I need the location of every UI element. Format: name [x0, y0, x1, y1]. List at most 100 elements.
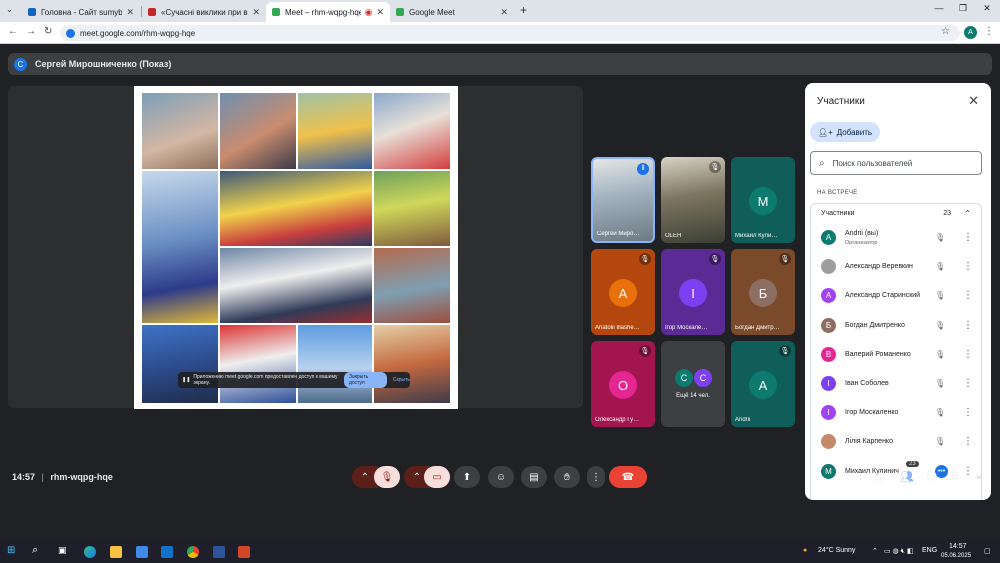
- close-icon[interactable]: ✕: [252, 7, 260, 18]
- chrome-icon[interactable]: [187, 546, 199, 558]
- task-view-icon[interactable]: ▣: [58, 545, 70, 557]
- forward-button[interactable]: →: [26, 26, 36, 37]
- mic-off-icon[interactable]: 🎙︎: [935, 262, 945, 271]
- participant-tile[interactable]: 🎙︎ А Anatolii Illashe…: [591, 249, 655, 335]
- mic-off-icon[interactable]: 🎙︎: [935, 379, 945, 388]
- participant-row[interactable]: Б Богдан Дмитренко 🎙︎ ⋮: [811, 311, 983, 340]
- participant-tile[interactable]: 🎙︎ І Ігор Москале…: [661, 249, 725, 335]
- site-info-icon[interactable]: [66, 28, 75, 38]
- powerpoint-icon[interactable]: [238, 546, 250, 558]
- participant-row[interactable]: І Іван Соболев 🎙︎ ⋮: [811, 369, 983, 398]
- file-explorer-icon[interactable]: [110, 546, 122, 558]
- more-options-icon[interactable]: ⋮: [963, 349, 973, 360]
- favicon-icon: [28, 8, 36, 16]
- mic-off-icon[interactable]: 🎙︎: [935, 437, 945, 446]
- raise-hand-button[interactable]: ✋︎: [554, 466, 580, 488]
- participant-tile[interactable]: 🎙︎ OLEH: [661, 157, 725, 243]
- weather-text[interactable]: 24°C Sunny: [818, 547, 855, 554]
- more-options-icon[interactable]: ⋮: [963, 261, 973, 272]
- tab-google-meet[interactable]: Google Meet ✕: [390, 2, 514, 22]
- more-options-icon[interactable]: ⋮: [963, 320, 973, 331]
- browser-menu-icon[interactable]: ⋮: [984, 26, 994, 37]
- reload-button[interactable]: ↻: [44, 26, 52, 37]
- bookmark-star-icon[interactable]: ☆: [941, 26, 950, 37]
- edge-icon[interactable]: [84, 546, 96, 558]
- people-icon[interactable]: 👥︎: [900, 470, 914, 483]
- present-screen-button[interactable]: ⬆: [454, 466, 480, 488]
- store-icon[interactable]: [136, 546, 148, 558]
- mic-off-icon[interactable]: 🎙︎: [935, 233, 945, 242]
- participant-row[interactable]: А Andrii (вы) Организатор 🎙︎ ⋮: [811, 223, 983, 252]
- more-options-icon[interactable]: ⋮: [963, 378, 973, 389]
- mic-off-icon[interactable]: 🎙︎: [935, 350, 945, 359]
- taskbar-date[interactable]: 05.06.2025: [941, 553, 971, 559]
- tab-search-icon[interactable]: ⌄: [6, 5, 13, 14]
- tray-overflow-icon[interactable]: ⌃: [872, 547, 878, 555]
- host-controls-icon[interactable]: 🔒︎: [976, 470, 982, 483]
- participant-row[interactable]: А Александр Старинский 🎙︎ ⋮: [811, 281, 983, 310]
- photo-collage-image: [142, 93, 218, 169]
- tray-icons[interactable]: ▭ ◍ 🔇︎ ◧: [884, 547, 914, 556]
- participant-tile[interactable]: М Михаил Кули…: [731, 157, 795, 243]
- participant-tile[interactable]: 🎙︎ А Andrii: [731, 341, 795, 427]
- tab-lecture[interactable]: «Сучасні виклики при викла… ✕: [142, 2, 266, 22]
- minimize-button[interactable]: —: [930, 3, 948, 13]
- chat-icon[interactable]: 💬︎: [925, 470, 939, 483]
- more-options-icon[interactable]: ⋮: [963, 290, 973, 301]
- notifications-icon[interactable]: ▢: [984, 547, 991, 555]
- hide-notice-button[interactable]: Скрыть: [393, 377, 410, 383]
- activities-icon[interactable]: ⠿: [951, 470, 959, 483]
- more-options-button[interactable]: ⋮: [587, 466, 605, 488]
- window-close-button[interactable]: ✕: [978, 3, 996, 14]
- close-panel-button[interactable]: ✕: [968, 93, 979, 109]
- new-tab-button[interactable]: +: [520, 3, 527, 17]
- participants-group-header[interactable]: Участники 23 ⌃: [810, 203, 982, 223]
- mic-off-icon[interactable]: 🎙︎: [935, 321, 945, 330]
- input-language[interactable]: ENG: [922, 547, 937, 554]
- start-button-icon[interactable]: ⊞: [7, 545, 19, 557]
- tile-name: OLEH: [665, 233, 682, 239]
- participant-row[interactable]: І Ігор Москаленко 🎙︎ ⋮: [811, 398, 983, 427]
- more-options-icon[interactable]: ⋮: [963, 232, 973, 243]
- tab-sumybc[interactable]: Головна - Сайт sumybc! ✕: [22, 2, 140, 22]
- word-icon[interactable]: [213, 546, 225, 558]
- tab-meet-active[interactable]: Meet – rhm-wqpg-hqe ◉ ✕: [266, 2, 390, 22]
- meeting-details-icon[interactable]: ⓘ: [875, 470, 886, 486]
- camera-toggle-button[interactable]: ▭: [424, 466, 450, 488]
- meet-icon: [272, 8, 280, 16]
- search-icon[interactable]: ⌕: [32, 544, 44, 556]
- close-icon[interactable]: ✕: [500, 7, 508, 18]
- taskbar-time[interactable]: 14:57: [949, 543, 967, 550]
- more-participants-tile[interactable]: С С Ещё 14 чел.: [661, 341, 725, 427]
- mic-off-icon[interactable]: 🎙︎: [935, 291, 945, 300]
- participant-row[interactable]: В Валерий Романенко 🎙︎ ⋮: [811, 340, 983, 369]
- participant-tile[interactable]: 🎙︎ Б Богдан Дмитр…: [731, 249, 795, 335]
- close-icon[interactable]: ✕: [376, 7, 384, 18]
- participant-row[interactable]: Александр Веревкин 🎙︎ ⋮: [811, 252, 983, 281]
- microphone-toggle-button[interactable]: 🎙︎: [374, 466, 400, 488]
- restore-button[interactable]: ❐: [954, 3, 972, 14]
- outlook-icon[interactable]: [161, 546, 173, 558]
- more-options-icon[interactable]: ⋮: [963, 436, 973, 447]
- url-text: meet.google.com/rhm-wqpg-hqe: [80, 28, 196, 38]
- more-options-icon[interactable]: ⋮: [963, 466, 973, 477]
- more-options-icon[interactable]: ⋮: [963, 407, 973, 418]
- captions-button[interactable]: ▤: [521, 466, 547, 488]
- mic-off-icon[interactable]: 🎙︎: [935, 408, 945, 417]
- reactions-button[interactable]: ☺: [488, 466, 514, 488]
- participant-tile[interactable]: ⦀ Сергей Миро…: [591, 157, 655, 243]
- back-button[interactable]: ←: [8, 26, 18, 37]
- profile-avatar[interactable]: A: [964, 26, 977, 39]
- search-people-input[interactable]: ⌕ Поиск пользователей: [810, 151, 982, 175]
- participant-name: Михаил Кулинич: [845, 467, 899, 475]
- leave-call-button[interactable]: ☎: [609, 466, 647, 488]
- url-bar[interactable]: meet.google.com/rhm-wqpg-hqe ☆: [60, 25, 960, 41]
- close-icon[interactable]: ✕: [126, 7, 134, 18]
- address-toolbar: ← → ↻ meet.google.com/rhm-wqpg-hqe ☆ A ⋮: [0, 22, 1000, 44]
- participant-row[interactable]: Лілія Карпенко 🎙︎ ⋮: [811, 427, 983, 456]
- add-people-button[interactable]: 👤︎+ Добавить: [810, 122, 880, 142]
- stop-sharing-button[interactable]: Закрыть доступ: [343, 372, 387, 388]
- chevron-up-icon[interactable]: ⌃: [964, 209, 971, 218]
- participant-tile[interactable]: 🎙︎ О Олександр Гу…: [591, 341, 655, 427]
- presenter-avatar: С: [14, 57, 27, 71]
